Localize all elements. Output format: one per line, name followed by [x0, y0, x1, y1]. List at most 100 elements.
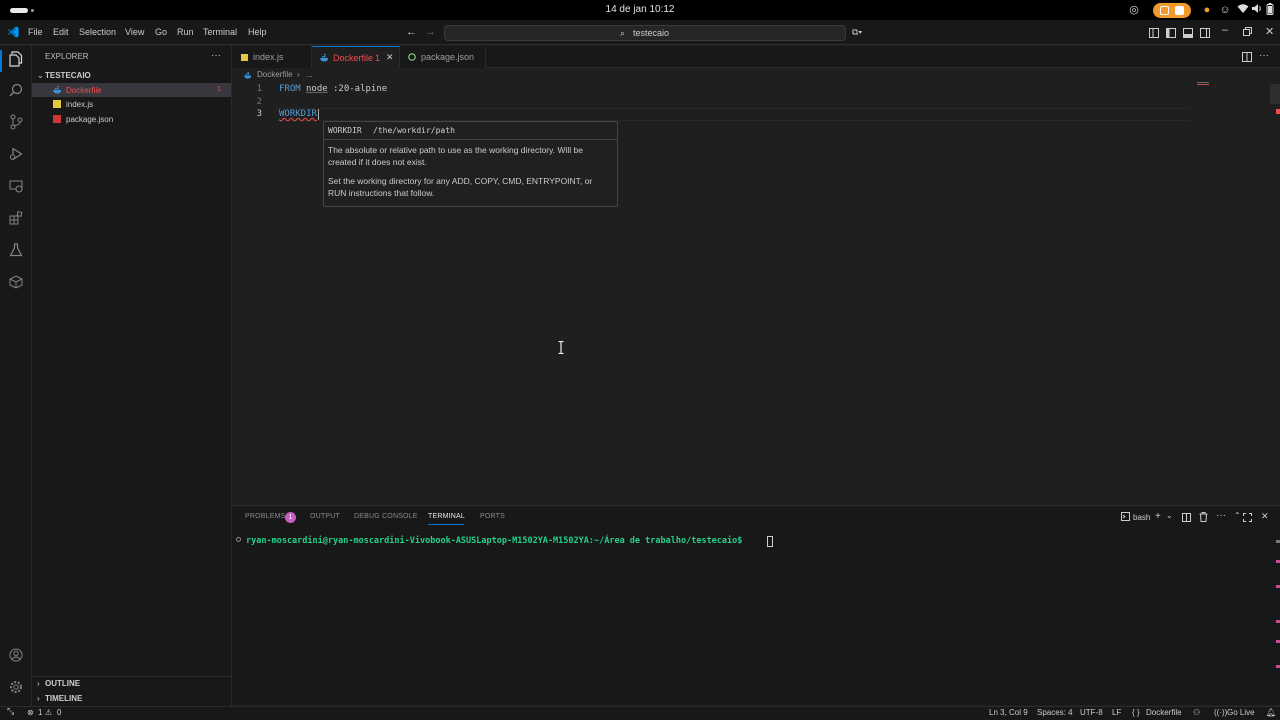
accessibility-icon[interactable]: ☺	[1218, 3, 1232, 17]
mouse-ibeam-cursor	[558, 340, 564, 356]
screen-record-indicator[interactable]	[1153, 3, 1191, 18]
minimize-icon[interactable]: –	[1222, 24, 1228, 36]
search-view-icon[interactable]	[6, 82, 26, 102]
code-image-name[interactable]: node	[306, 84, 328, 94]
toggle-secondary-sidebar-icon[interactable]	[1200, 28, 1210, 40]
chevron-down-icon[interactable]: ⌄	[37, 71, 44, 80]
language-mode[interactable]: Dockerfile	[1146, 708, 1182, 717]
toggle-panel-icon[interactable]	[1183, 28, 1193, 40]
warning-icon[interactable]: ⚠	[45, 708, 52, 717]
tab-dockerfile[interactable]: Dockerfile 1 ✕	[312, 46, 400, 68]
text-cursor	[318, 109, 319, 120]
file-item-package-json[interactable]	[32, 112, 231, 126]
settings-gear-icon[interactable]	[6, 679, 26, 699]
menu-edit[interactable]: Edit	[53, 27, 69, 37]
remote-indicator-icon[interactable]: ⤡	[7, 706, 14, 717]
new-terminal-icon[interactable]: +	[1155, 511, 1161, 522]
breadcrumb-file[interactable]: Dockerfile	[257, 70, 293, 79]
encoding[interactable]: UTF-8	[1080, 708, 1103, 717]
menu-go[interactable]: Go	[155, 27, 167, 37]
tab-problems[interactable]: PROBLEMS	[245, 513, 286, 520]
menu-help[interactable]: Help	[248, 27, 267, 37]
workspace-indicator[interactable]	[10, 8, 28, 13]
sidebar-divider	[32, 676, 231, 677]
command-center[interactable]: ⌕ testecaio	[444, 25, 846, 41]
file-item-index-js[interactable]	[32, 97, 231, 111]
terminal-cursor[interactable]	[767, 536, 773, 547]
menu-file[interactable]: File	[28, 27, 43, 37]
chevron-right-icon[interactable]: ›	[37, 679, 40, 688]
editor-scrollbar[interactable]	[1270, 84, 1280, 104]
copilot-icon[interactable]: ⧉▾	[852, 27, 862, 38]
indentation[interactable]: Spaces: 4	[1037, 708, 1073, 717]
customize-layout-icon[interactable]	[1149, 28, 1159, 40]
battery-icon[interactable]	[1263, 3, 1277, 17]
close-panel-icon[interactable]: ✕	[1261, 511, 1269, 522]
current-line-highlight	[275, 108, 1191, 121]
activity-bar	[0, 46, 32, 706]
forward-arrow-icon[interactable]: →	[425, 26, 436, 38]
tab-package-json[interactable]: package.json	[400, 46, 486, 68]
warning-count[interactable]: 0	[57, 708, 61, 717]
microphone-icon[interactable]: ●	[1200, 3, 1214, 17]
terminal-shell-name[interactable]: bash	[1133, 513, 1150, 522]
chevron-up-icon[interactable]: ⌃	[1234, 511, 1241, 520]
accounts-icon[interactable]	[6, 647, 26, 667]
volume-icon[interactable]	[1250, 3, 1264, 17]
remote-explorer-icon[interactable]	[6, 178, 26, 198]
panel-more-icon[interactable]: ···	[1216, 510, 1226, 521]
tab-label: Dockerfile	[333, 53, 374, 63]
restore-icon[interactable]	[1243, 27, 1252, 38]
docker-view-icon[interactable]	[6, 274, 26, 294]
menu-view[interactable]: View	[125, 27, 144, 37]
timeline-section[interactable]: TIMELINE	[45, 694, 82, 703]
source-control-icon[interactable]	[6, 114, 26, 134]
code-image-tag: :20-alpine	[333, 84, 388, 94]
menu-selection[interactable]: Selection	[79, 27, 116, 37]
extensions-icon[interactable]	[6, 210, 26, 230]
menu-run[interactable]: Run	[177, 27, 194, 37]
close-tab-icon[interactable]: ✕	[386, 52, 394, 63]
code-keyword-error[interactable]: WORKDIR	[279, 109, 317, 119]
chrome-icon[interactable]: ◎	[1127, 3, 1141, 17]
tab-debug-console[interactable]: DEBUG CONSOLE	[354, 513, 418, 520]
docker-icon	[53, 86, 62, 96]
line-ending[interactable]: LF	[1112, 708, 1121, 717]
broadcast-icon[interactable]: ((·))	[1214, 708, 1227, 717]
breadcrumb-symbols[interactable]: ...	[306, 70, 313, 79]
workspace-dot[interactable]	[31, 9, 34, 12]
folder-name[interactable]: TESTECAIO	[45, 71, 91, 80]
outline-section[interactable]: OUTLINE	[45, 679, 80, 688]
chevron-right-icon[interactable]: ›	[37, 694, 40, 703]
split-terminal-icon[interactable]	[1182, 513, 1191, 524]
editor-more-icon[interactable]: ···	[1259, 50, 1269, 61]
cursor-position[interactable]: Ln 3, Col 9	[989, 708, 1028, 717]
error-icon[interactable]: ⊗	[27, 708, 34, 717]
back-arrow-icon[interactable]: ←	[406, 26, 417, 38]
file-error-badge: 1	[217, 86, 221, 93]
error-count[interactable]: 1	[38, 708, 42, 717]
tab-terminal[interactable]: TERMINAL	[428, 513, 465, 520]
tab-label: index.js	[253, 52, 284, 62]
wifi-icon[interactable]	[1236, 3, 1250, 17]
split-editor-icon[interactable]	[1242, 52, 1252, 64]
notifications-bell-icon[interactable]: 🔔︎	[1266, 708, 1276, 717]
kill-terminal-icon[interactable]	[1199, 512, 1208, 524]
maximize-panel-icon[interactable]	[1243, 513, 1252, 524]
chevron-down-icon[interactable]: ⌄	[1166, 511, 1173, 520]
more-actions-icon[interactable]: ···	[211, 50, 221, 61]
tab-index-js[interactable]: index.js	[232, 46, 312, 68]
go-live-button[interactable]: Go Live	[1227, 708, 1255, 717]
tab-output[interactable]: OUTPUT	[310, 513, 340, 520]
toggle-primary-sidebar-icon[interactable]	[1166, 28, 1176, 40]
testing-icon[interactable]	[6, 242, 26, 262]
command-center-label: testecaio	[632, 28, 670, 38]
os-clock[interactable]: 14 de jan 10:12	[560, 4, 720, 15]
tab-ports[interactable]: PORTS	[480, 513, 505, 520]
copilot-status-icon[interactable]: ⚇	[1193, 708, 1200, 717]
js-icon	[241, 54, 248, 61]
run-debug-icon[interactable]	[6, 146, 26, 166]
close-window-icon[interactable]: ✕	[1265, 25, 1274, 38]
explorer-icon[interactable]	[6, 51, 26, 71]
menu-terminal[interactable]: Terminal	[203, 27, 237, 37]
